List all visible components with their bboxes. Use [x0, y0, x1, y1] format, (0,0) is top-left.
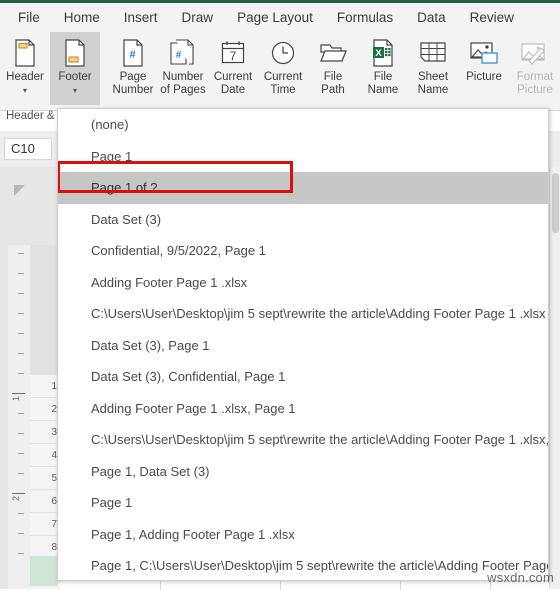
menu-item-data-set-confidential[interactable]: Data Set (3), Confidential, Page 1 [58, 361, 548, 393]
menu-item-none[interactable]: (none) [58, 109, 548, 141]
svg-text:#: # [129, 49, 135, 61]
menu-item-page-1[interactable]: Page 1 [58, 141, 548, 173]
select-all-corner[interactable] [14, 185, 25, 196]
chevron-down-icon[interactable]: ▾ [23, 86, 27, 95]
sheet-name-button[interactable]: Sheet Name [408, 32, 458, 105]
header-footer-group-label: Header & [6, 110, 55, 122]
row-header[interactable]: 4 [30, 444, 60, 467]
current-time-button[interactable]: Current Time [258, 32, 308, 105]
tab-page-layout[interactable]: Page Layout [225, 3, 325, 32]
ribbon-body: Header ▾ Footer ▾ # Page Number # Number… [0, 32, 560, 111]
header-page-icon [13, 37, 37, 69]
page-number-icon: # [121, 37, 145, 69]
svg-text:X: X [375, 48, 382, 59]
scrollbar-thumb[interactable] [552, 173, 559, 233]
menu-item-confidential-date[interactable]: Confidential, 9/5/2022, Page 1 [58, 235, 548, 267]
tab-file[interactable]: File [0, 3, 52, 32]
file-path-button-label: File Path [321, 71, 345, 96]
file-name-button-label: File Name [367, 71, 399, 96]
menu-item-data-set-3[interactable]: Data Set (3) [58, 204, 548, 236]
page-margin-band [30, 245, 60, 375]
menu-item-filepath-page[interactable]: C:\Users\User\Desktop\jim 5 sept\rewrite… [58, 424, 548, 456]
row-header[interactable]: 1 [30, 375, 60, 398]
row-header[interactable]: 2 [30, 398, 60, 421]
header-button-label: Header [6, 71, 44, 83]
number-of-pages-icon: # [170, 37, 196, 69]
tab-draw[interactable]: Draw [170, 3, 226, 32]
excel-file-icon: X [371, 37, 395, 69]
selected-cell-indicator[interactable] [30, 556, 58, 586]
menu-item-page-1-alt[interactable]: Page 1 [58, 487, 548, 519]
format-picture-button: Format Picture [510, 32, 560, 105]
row-header[interactable]: 7 [30, 513, 60, 536]
page-number-button[interactable]: # Page Number [108, 32, 158, 105]
tab-home[interactable]: Home [52, 3, 112, 32]
menu-item-filepath[interactable]: C:\Users\User\Desktop\jim 5 sept\rewrite… [58, 298, 548, 330]
current-time-button-label: Current Time [263, 71, 303, 96]
ruler-mark-1: 1 [11, 395, 21, 401]
row-header[interactable]: 5 [30, 467, 60, 490]
clock-icon [270, 37, 296, 69]
tab-insert[interactable]: Insert [112, 3, 170, 32]
current-date-button-label: Current Date [213, 71, 253, 96]
format-picture-button-label: Format Picture [516, 71, 554, 96]
footer-button-label: Footer [58, 71, 92, 83]
menu-item-data-set-page[interactable]: Data Set (3), Page 1 [58, 330, 548, 362]
menu-item-filename-page[interactable]: Adding Footer Page 1 .xlsx, Page 1 [58, 393, 548, 425]
tab-formulas[interactable]: Formulas [325, 3, 405, 32]
vertical-scrollbar[interactable] [549, 167, 560, 589]
menu-item-page-1-of-q[interactable]: Page 1 of ? [58, 172, 548, 204]
menu-item-page-data-set[interactable]: Page 1, Data Set (3) [58, 456, 548, 488]
header-button[interactable]: Header ▾ [0, 32, 50, 105]
footer-dropdown-menu[interactable]: (none) Page 1 Page 1 of ? Data Set (3) C… [57, 108, 549, 581]
ribbon-tab-bar: File Home Insert Draw Page Layout Formul… [0, 3, 560, 32]
row-header-column[interactable]: 1 2 3 4 5 6 7 8 9 [30, 375, 60, 582]
footer-button[interactable]: Footer ▾ [50, 32, 100, 105]
calendar-icon: 7 [220, 37, 246, 69]
number-of-pages-button-label: Number of Pages [160, 71, 206, 96]
picture-button[interactable]: Picture [458, 32, 510, 105]
format-picture-icon [520, 37, 550, 69]
current-date-button[interactable]: 7 Current Date [208, 32, 258, 105]
vertical-ruler: 1 2 [8, 245, 31, 589]
file-path-button[interactable]: File Path [308, 32, 358, 105]
file-name-button[interactable]: X File Name [358, 32, 408, 105]
sheet-grid-icon [419, 37, 447, 69]
row-header[interactable]: 6 [30, 490, 60, 513]
header-footer-group: Header ▾ Footer ▾ [0, 32, 100, 110]
picture-button-label: Picture [466, 71, 502, 83]
folder-icon [319, 37, 347, 69]
header-footer-elements-group: # Page Number # Number of Pages 7 Curren… [108, 32, 560, 110]
tab-review[interactable]: Review [458, 3, 526, 32]
menu-item-page-filepath[interactable]: Page 1, C:\Users\User\Desktop\jim 5 sept… [58, 550, 548, 580]
name-box[interactable]: C10 [4, 138, 52, 160]
picture-icon [469, 37, 499, 69]
chevron-down-icon[interactable]: ▾ [73, 86, 77, 95]
svg-text:#: # [176, 50, 182, 61]
number-of-pages-button[interactable]: # Number of Pages [158, 32, 208, 105]
ruler-mark-2: 2 [11, 495, 21, 501]
menu-item-filename[interactable]: Adding Footer Page 1 .xlsx [58, 267, 548, 299]
svg-text:7: 7 [230, 49, 237, 63]
watermark: wsxdn.com [487, 570, 554, 585]
menu-item-page-filename[interactable]: Page 1, Adding Footer Page 1 .xlsx [58, 519, 548, 551]
footer-page-icon [63, 37, 87, 69]
sheet-name-button-label: Sheet Name [417, 71, 449, 96]
page-number-button-label: Page Number [112, 71, 154, 96]
row-header[interactable]: 3 [30, 421, 60, 444]
tab-data[interactable]: Data [405, 3, 458, 32]
